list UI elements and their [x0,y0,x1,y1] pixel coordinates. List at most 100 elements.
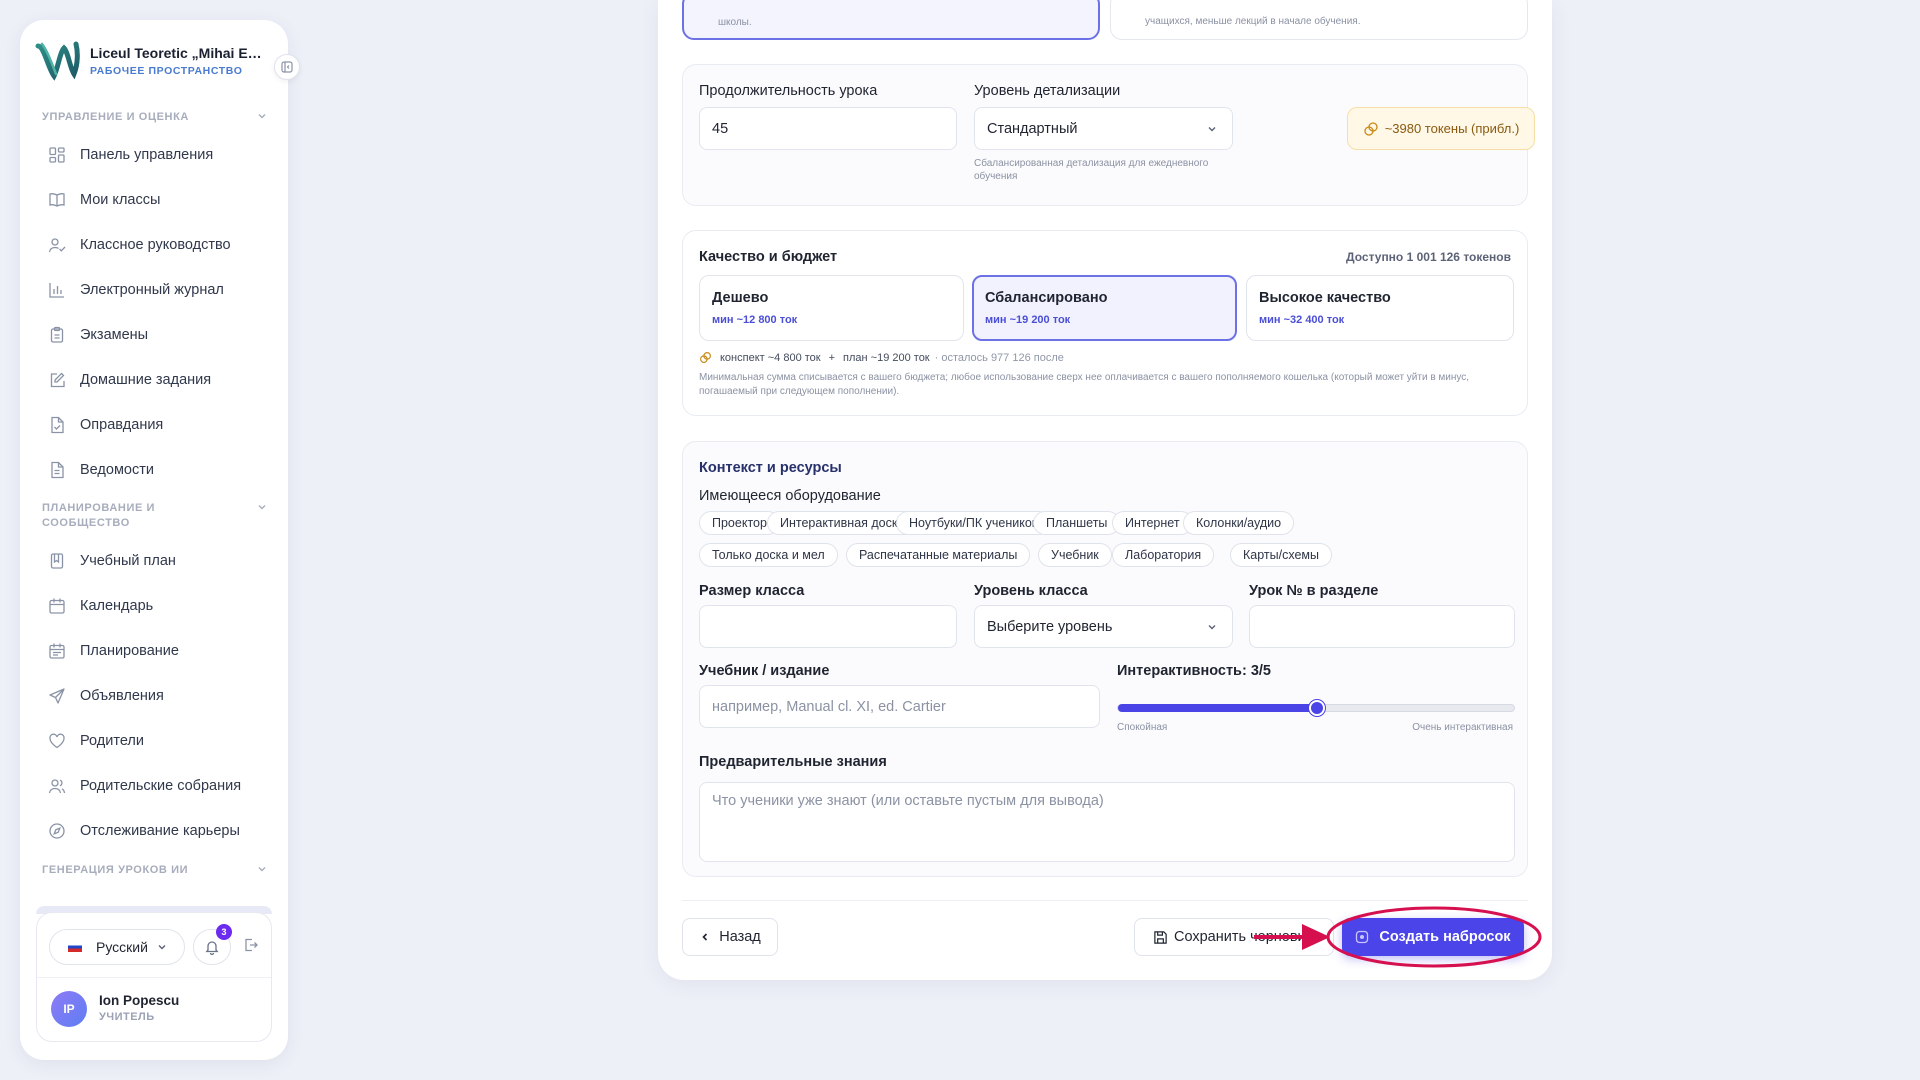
back-button[interactable]: Назад [682,918,778,956]
quality-option-balanced[interactable]: Сбалансировано мин ~19 200 ток [972,275,1237,341]
sidebar: Liceul Teoretic „Mihai Emi... РАБОЧЕЕ ПР… [20,20,300,1060]
detail-level-value: Стандартный [987,120,1078,137]
sidebar-item-reports[interactable]: Ведомости [48,455,154,485]
context-resources-panel: Контекст и ресурсы Имеющееся оборудовани… [682,441,1528,877]
top-option-card-selected[interactable]: школы. [682,0,1100,40]
equipment-chip[interactable]: Только доска и мел [699,543,838,567]
quality-option-title: Высокое качество [1259,290,1391,306]
lesson-number-input[interactable] [1249,605,1515,648]
cost-breakdown: конспект ~4 800 ток + план ~19 200 ток ·… [699,351,1064,364]
sidebar-item-my-classes[interactable]: Мои классы [48,185,160,215]
detail-level-select[interactable]: Стандартный [974,107,1233,150]
plan-cost: план ~19 200 ток [843,351,930,364]
equipment-chip[interactable]: Учебник [1038,543,1112,567]
sidebar-item-career-tracking[interactable]: Отслеживание карьеры [48,816,240,846]
sidebar-item-curriculum[interactable]: Учебный план [48,546,176,576]
textbook-input[interactable]: например, Manual cl. XI, ed. Cartier [699,685,1100,728]
section-label: УПРАВЛЕНИЕ И ОЦЕНКА [42,111,189,123]
top-option-card[interactable]: учащихся, меньше лекций в начале обучени… [1110,0,1528,40]
duration-input[interactable]: 45 [699,107,957,150]
equipment-chip[interactable]: Ноутбуки/ПК учеников [896,511,1052,535]
bell-icon [205,941,219,955]
logout-icon [245,938,258,952]
brand-name: Liceul Teoretic „Mihai Emi... [90,45,268,61]
book-open-icon [50,553,64,569]
sidebar-item-label: Оправдания [80,417,164,433]
chevron-down-icon [258,505,266,510]
collapse-sidebar-button[interactable] [274,54,300,80]
user-role: УЧИТЕЛЬ [99,1011,155,1023]
brand[interactable]: Liceul Teoretic „Mihai Emi... РАБОЧЕЕ ПР… [34,38,268,84]
sidebar-item-label: Планирование [80,643,179,659]
interactivity-slider[interactable] [1117,700,1515,716]
sidebar-item-gradebook[interactable]: Электронный журнал [48,275,224,305]
save-draft-label: Сохранить черновик [1174,929,1312,945]
chevron-down-icon [158,945,166,950]
section-ai-lessons[interactable]: ГЕНЕРАЦИЯ УРОКОВ ИИ [42,863,268,878]
notifications-button[interactable]: 3 [193,924,232,965]
avatar[interactable]: IP [51,991,87,1027]
option-text: школы. [718,17,752,28]
language-selector[interactable]: Русский [49,929,185,965]
interactivity-min-label: Спокойная [1117,722,1168,733]
section-management[interactable]: УПРАВЛЕНИЕ И ОЦЕНКА [42,110,268,125]
equipment-chip[interactable]: Интернет [1112,511,1193,535]
sidebar-item-label: Электронный журнал [80,282,224,298]
bar-chart-icon [49,283,64,298]
prior-knowledge-textarea[interactable]: Что ученики уже знают (или оставьте пуст… [699,782,1515,862]
sidebar-item-parent-meetings[interactable]: Родительские собрания [48,771,241,801]
sidebar-item-label: Панель управления [80,147,214,163]
sidebar-item-homeroom[interactable]: Классное руководство [48,230,231,260]
equipment-label: Имеющееся оборудование [699,488,881,504]
class-level-value: Выберите уровень [987,618,1113,635]
coins-icon [700,352,711,363]
sidebar-item-homework[interactable]: Домашние задания [48,365,211,395]
section-planning[interactable]: ПЛАНИРОВАНИЕ И СООБЩЕСТВО [42,501,268,531]
quality-option-cost: мин ~32 400 ток [1259,314,1345,326]
sidebar-item-announcements[interactable]: Объявления [48,681,164,711]
chevron-left-icon [702,933,708,941]
equipment-chip[interactable]: Карты/схемы [1230,543,1332,567]
calendar-icon [49,598,65,614]
divider [37,977,271,978]
token-estimate-badge: ~3980 токены (прибл.) [1347,107,1535,150]
plus-sign: + [828,351,836,364]
equipment-chip[interactable]: Планшеты [1033,511,1121,535]
logout-button[interactable] [243,937,259,958]
chevron-down-icon [258,867,266,872]
save-draft-button[interactable]: Сохранить черновик [1134,918,1334,956]
sidebar-item-scheduling[interactable]: Планирование [48,636,179,666]
quality-option-title: Дешево [712,290,769,306]
sidebar-item-calendar[interactable]: Календарь [48,591,153,621]
equipment-chip[interactable]: Колонки/аудио [1183,511,1295,535]
sidebar-item-label: Календарь [80,598,154,614]
sidebar-item-parents[interactable]: Родители [48,726,144,756]
sidebar-item-dashboard[interactable]: Панель управления [48,140,213,170]
quality-option-cheap[interactable]: Дешево мин ~12 800 ток [699,275,964,341]
context-title: Контекст и ресурсы [699,460,842,476]
quality-option-high[interactable]: Высокое качество мин ~32 400 ток [1246,275,1514,341]
class-size-input[interactable] [699,605,957,648]
sidebar-item-excuses[interactable]: Оправдания [48,410,163,440]
budget-note: Минимальная сумма списывается с вашего б… [699,372,1470,397]
user-name: Ion Popescu [99,993,180,1008]
equipment-chip[interactable]: Распечатанные материалы [846,543,1031,567]
create-outline-button[interactable]: Создать набросок [1342,918,1524,956]
compass-icon [49,823,65,839]
school-logo-icon [35,41,80,81]
sidebar-item-exams[interactable]: Экзамены [48,320,148,350]
brand-subtitle: РАБОЧЕЕ ПРОСТРАНСТВО [90,65,243,77]
sidebar-item-label: Родители [80,733,144,749]
sidebar-item-label: Родительские собрания [80,778,242,794]
class-level-select[interactable]: Выберите уровень [974,605,1233,648]
token-estimate-text: ~3980 токены (прибл.) [1384,121,1520,136]
equipment-chip[interactable]: Лаборатория [1112,543,1215,567]
file-check-icon [51,416,64,434]
equipment-chip[interactable]: Интерактивная доска [767,511,918,535]
option-text: учащихся, меньше лекций в начале обучени… [1145,16,1361,27]
heart-icon [49,733,65,749]
detail-level-hint: Сбалансированная детализация для ежеднев… [974,158,1209,182]
prior-knowledge-label: Предварительные знания [699,754,887,770]
slider-thumb[interactable] [1309,700,1325,716]
lesson-settings-panel: Продолжительность урока 45 Уровень детал… [682,64,1535,206]
